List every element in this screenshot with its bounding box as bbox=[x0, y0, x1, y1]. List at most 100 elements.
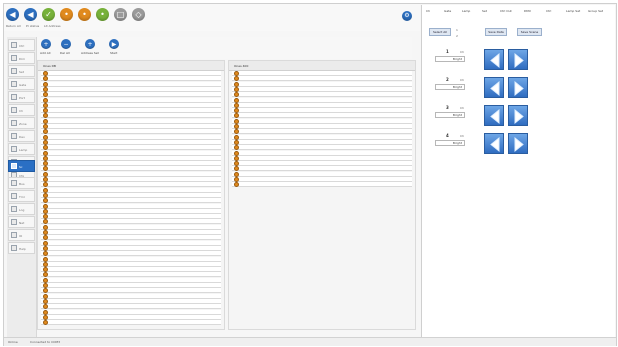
add-all-button[interactable]: + bbox=[41, 39, 51, 49]
list-item[interactable] bbox=[232, 155, 412, 161]
list-item[interactable] bbox=[232, 145, 412, 151]
list-item[interactable] bbox=[232, 182, 412, 188]
list-item[interactable] bbox=[41, 283, 221, 288]
channel-value-field[interactable]: Bright bbox=[435, 84, 465, 90]
save-data-button[interactable]: Save Data bbox=[485, 28, 507, 36]
sidebar-item[interactable]: IO bbox=[8, 229, 35, 241]
list-item[interactable] bbox=[232, 76, 412, 82]
back-button[interactable]: ◀ bbox=[6, 8, 19, 21]
save-scene-button[interactable]: Save Scene bbox=[517, 28, 542, 36]
channel-value-field[interactable]: Bright bbox=[435, 140, 465, 146]
sidebar-item[interactable]: Tmr bbox=[8, 190, 35, 202]
increase-button[interactable] bbox=[508, 133, 528, 154]
sidebar-item[interactable]: Set bbox=[8, 65, 35, 77]
list-item[interactable] bbox=[41, 288, 221, 294]
list-item[interactable] bbox=[232, 92, 412, 98]
list-item[interactable] bbox=[41, 203, 221, 209]
list-item[interactable] bbox=[232, 86, 412, 92]
sidebar-item[interactable]: Port bbox=[8, 91, 35, 103]
list-item[interactable] bbox=[232, 71, 412, 76]
sidebar-item[interactable]: Dim bbox=[8, 52, 35, 64]
list-item[interactable] bbox=[232, 129, 412, 135]
list-item[interactable] bbox=[232, 113, 412, 119]
list-item[interactable] bbox=[41, 171, 221, 177]
list-item[interactable] bbox=[41, 166, 221, 172]
list-item[interactable] bbox=[41, 267, 221, 273]
channel-value-field[interactable]: Bright bbox=[435, 56, 465, 62]
list-item[interactable] bbox=[41, 139, 221, 145]
decrease-button[interactable] bbox=[484, 133, 504, 154]
list-item[interactable] bbox=[41, 187, 221, 193]
forward-button[interactable]: ◀ bbox=[24, 8, 37, 21]
list-item[interactable] bbox=[41, 118, 221, 124]
list-item[interactable] bbox=[232, 177, 412, 182]
list-item[interactable] bbox=[41, 309, 221, 315]
list-item[interactable] bbox=[232, 166, 412, 172]
list-item[interactable] bbox=[41, 298, 221, 304]
sidebar-item[interactable]: Log bbox=[8, 203, 35, 215]
list-item[interactable] bbox=[232, 150, 412, 156]
sidebar-item[interactable]: Lamp bbox=[8, 143, 35, 155]
increase-button[interactable] bbox=[508, 77, 528, 98]
list-item[interactable] bbox=[41, 235, 221, 241]
list-item[interactable] bbox=[41, 92, 221, 98]
list-item[interactable] bbox=[41, 320, 221, 326]
list-item[interactable] bbox=[232, 139, 412, 145]
action-button[interactable]: ✓ bbox=[42, 8, 55, 21]
list-item[interactable] bbox=[41, 192, 221, 198]
delete-all-button[interactable]: − bbox=[61, 39, 71, 49]
list-item[interactable] bbox=[41, 198, 221, 204]
list-item[interactable] bbox=[41, 256, 221, 262]
menu-item[interactable]: Lamp bbox=[462, 9, 470, 13]
list-item[interactable] bbox=[41, 124, 221, 129]
list-item[interactable] bbox=[41, 97, 221, 103]
channel-value-field[interactable]: Bright bbox=[435, 112, 465, 118]
list-item[interactable] bbox=[232, 102, 412, 108]
list-item[interactable] bbox=[232, 81, 412, 87]
list-item[interactable] bbox=[41, 304, 221, 310]
menu-item[interactable]: Lamp Set bbox=[566, 9, 580, 13]
start-button[interactable]: ▶ bbox=[109, 39, 119, 49]
increase-button[interactable] bbox=[508, 105, 528, 126]
list-item[interactable] bbox=[41, 245, 221, 251]
select-all-button[interactable]: Select All bbox=[429, 28, 451, 36]
menu-item[interactable]: DMX bbox=[524, 9, 531, 13]
sidebar-item[interactable]: Zone bbox=[8, 117, 35, 129]
increase-button[interactable] bbox=[508, 49, 528, 70]
list-item[interactable] bbox=[41, 261, 221, 267]
list-item[interactable] bbox=[41, 293, 221, 299]
action-button[interactable]: ◇ bbox=[132, 8, 145, 21]
list-item[interactable] bbox=[232, 118, 412, 124]
action-button[interactable]: □ bbox=[114, 8, 127, 21]
list-item[interactable] bbox=[41, 161, 221, 167]
menu-item[interactable]: Gate bbox=[444, 9, 451, 13]
decrease-button[interactable] bbox=[484, 105, 504, 126]
list-item[interactable] bbox=[41, 76, 221, 82]
action-button[interactable]: • bbox=[96, 8, 109, 21]
sidebar-item[interactable]: Ctrl bbox=[8, 39, 35, 51]
decrease-button[interactable] bbox=[484, 77, 504, 98]
action-button[interactable]: • bbox=[60, 8, 73, 21]
sidebar-item[interactable]: Gate bbox=[8, 78, 35, 90]
menu-item[interactable]: Ctrl Out bbox=[500, 9, 512, 13]
list-item[interactable] bbox=[41, 134, 221, 140]
list-item[interactable] bbox=[41, 113, 221, 119]
list-item[interactable] bbox=[41, 150, 221, 156]
list-item[interactable] bbox=[41, 219, 221, 225]
list-item[interactable] bbox=[232, 171, 412, 177]
address-set-button[interactable]: + bbox=[85, 39, 95, 49]
list-item[interactable] bbox=[41, 251, 221, 257]
list-item[interactable] bbox=[41, 277, 221, 283]
list-item[interactable] bbox=[41, 272, 221, 278]
list-item[interactable] bbox=[41, 230, 221, 235]
list-item[interactable] bbox=[41, 102, 221, 108]
menu-item[interactable]: Group Set bbox=[588, 9, 603, 13]
list-item[interactable] bbox=[232, 161, 412, 167]
sidebar-item[interactable]: Help bbox=[8, 242, 35, 254]
settings-button[interactable]: ⚙ bbox=[402, 11, 412, 21]
sidebar-item[interactable]: Bus bbox=[8, 177, 35, 189]
menu-item[interactable]: Ctrl bbox=[546, 9, 551, 13]
list-item[interactable] bbox=[41, 182, 221, 188]
list-item[interactable] bbox=[232, 97, 412, 103]
list-item[interactable] bbox=[232, 124, 412, 129]
